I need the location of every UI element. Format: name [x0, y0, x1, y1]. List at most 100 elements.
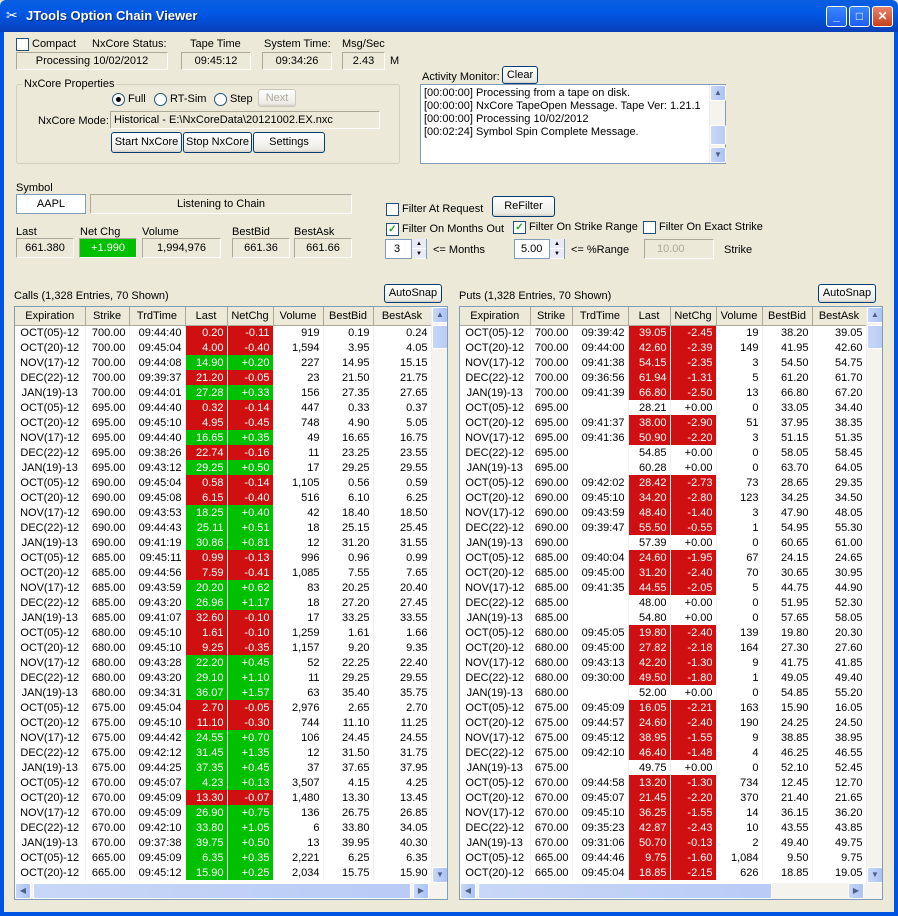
- table-row[interactable]: NOV(17)-12 675.00 09:44:42 24.55 +0.70 106 24.…: [15, 730, 432, 745]
- table-row[interactable]: OCT(05)-12 695.00 28.21 +0.00 0 33.05 34.40: [460, 400, 867, 415]
- calls-vscrollbar[interactable]: ▲ ▼: [431, 307, 447, 883]
- table-row[interactable]: OCT(05)-12 700.00 09:44:40 0.20 -0.11 919 0.19…: [15, 325, 432, 340]
- minimize-icon[interactable]: _: [826, 6, 847, 27]
- table-row[interactable]: JAN(19)-13 675.00 49.75 +0.00 0 52.10 52.45: [460, 760, 867, 775]
- filter-months-out-checkbox[interactable]: ✓: [386, 223, 399, 236]
- puts-column-header[interactable]: Expiration: [460, 307, 531, 326]
- table-row[interactable]: OCT(05)-12 685.00 09:45:11 0.99 -0.13 996 0.96…: [15, 550, 432, 565]
- stop-nxcore-button[interactable]: Stop NxCore: [183, 132, 252, 153]
- table-row[interactable]: OCT(20)-12 690.00 09:45:08 6.15 -0.40 516 6.10…: [15, 490, 432, 505]
- filter-exact-strike-checkbox[interactable]: [643, 221, 656, 234]
- calls-column-header[interactable]: BestBid: [323, 307, 374, 326]
- table-row[interactable]: OCT(05)-12 670.00 09:44:58 13.20 -1.30 734 12.…: [460, 775, 867, 790]
- table-row[interactable]: NOV(17)-12 670.00 09:45:09 26.90 +0.75 136 26.…: [15, 805, 432, 820]
- activity-scrollbar[interactable]: ▲ ▼: [709, 85, 726, 163]
- calls-grid[interactable]: Expiration Strike TrdTime Last NetChg Volume B…: [14, 306, 448, 900]
- table-row[interactable]: OCT(20)-12 700.00 09:44:00 42.60 -2.39 149 41.…: [460, 340, 867, 355]
- calls-autosnap-button[interactable]: AutoSnap: [384, 284, 442, 303]
- filter-at-request-checkbox[interactable]: [386, 203, 399, 216]
- scroll-down-icon[interactable]: ▼: [867, 867, 882, 883]
- compact-checkbox[interactable]: [16, 38, 29, 51]
- table-row[interactable]: DEC(22)-12 670.00 09:35:23 42.87 -2.43 10 43.5…: [460, 820, 867, 835]
- filter-strike-range-checkbox[interactable]: ✓: [513, 221, 526, 234]
- scroll-thumb[interactable]: [867, 325, 882, 349]
- puts-column-header[interactable]: Last: [628, 307, 671, 326]
- scroll-thumb[interactable]: [710, 125, 726, 145]
- table-row[interactable]: DEC(22)-12 680.00 09:43:20 29.10 +1.10 11 29.2…: [15, 670, 432, 685]
- table-row[interactable]: JAN(19)-13 670.00 09:37:38 39.75 +0.50 13 39.9…: [15, 835, 432, 850]
- table-row[interactable]: DEC(22)-12 700.00 09:36:56 61.94 -1.31 5 61.20…: [460, 370, 867, 385]
- table-row[interactable]: OCT(20)-12 665.00 09:45:04 18.85 -2.15 626 18.…: [460, 865, 867, 880]
- table-row[interactable]: NOV(17)-12 695.00 09:44:40 16.65 +0.35 49 16.6…: [15, 430, 432, 445]
- calls-column-header[interactable]: Volume: [273, 307, 324, 326]
- table-row[interactable]: OCT(05)-12 675.00 09:45:09 16.05 -2.21 163 15.…: [460, 700, 867, 715]
- table-row[interactable]: DEC(22)-12 685.00 09:43:20 26.96 +1.17 18 27.2…: [15, 595, 432, 610]
- activity-monitor-list[interactable]: [00:00:00] Processing from a tape on dis…: [420, 84, 726, 164]
- spin-down-icon[interactable]: ▼: [550, 249, 564, 259]
- table-row[interactable]: JAN(19)-13 680.00 09:34:31 36.07 +1.57 63 35.4…: [15, 685, 432, 700]
- puts-column-header[interactable]: BestAsk: [812, 307, 867, 326]
- calls-column-header[interactable]: BestAsk: [373, 307, 432, 326]
- table-row[interactable]: NOV(17)-12 680.00 09:43:13 42.20 -1.30 9 41.75…: [460, 655, 867, 670]
- table-row[interactable]: JAN(19)-13 685.00 09:41:07 32.60 -0.10 17 33.2…: [15, 610, 432, 625]
- scroll-down-icon[interactable]: ▼: [432, 867, 447, 883]
- table-row[interactable]: JAN(19)-13 680.00 52.00 +0.00 0 54.85 55.20: [460, 685, 867, 700]
- table-row[interactable]: OCT(20)-12 695.00 09:41:37 38.00 -2.90 51 37.9…: [460, 415, 867, 430]
- puts-column-header[interactable]: NetChg: [670, 307, 717, 326]
- spin-up-icon[interactable]: ▲: [550, 239, 564, 249]
- table-row[interactable]: NOV(17)-12 680.00 09:43:28 22.20 +0.45 52 22.2…: [15, 655, 432, 670]
- close-icon[interactable]: ✕: [872, 6, 893, 27]
- spin-up-icon[interactable]: ▲: [412, 239, 426, 249]
- refilter-button[interactable]: ReFilter: [492, 196, 555, 217]
- mode-full-radio[interactable]: [112, 93, 125, 106]
- scroll-thumb[interactable]: [432, 325, 447, 349]
- symbol-input[interactable]: AAPL: [16, 194, 86, 214]
- scroll-up-icon[interactable]: ▲: [867, 307, 882, 323]
- table-row[interactable]: OCT(05)-12 700.00 09:39:42 39.05 -2.45 19 38.2…: [460, 325, 867, 340]
- table-row[interactable]: OCT(20)-12 670.00 09:45:07 21.45 -2.20 370 21.…: [460, 790, 867, 805]
- puts-hscrollbar[interactable]: ◀ ▶: [460, 883, 882, 899]
- table-row[interactable]: DEC(22)-12 690.00 09:39:47 55.50 -0.55 1 54.95…: [460, 520, 867, 535]
- table-row[interactable]: DEC(22)-12 695.00 54.85 +0.00 0 58.05 58.45: [460, 445, 867, 460]
- table-row[interactable]: JAN(19)-13 690.00 57.39 +0.00 0 60.65 61.00: [460, 535, 867, 550]
- next-button[interactable]: Next: [258, 89, 296, 107]
- maximize-icon[interactable]: □: [849, 6, 870, 27]
- table-row[interactable]: OCT(05)-12 695.00 09:44:40 0.32 -0.14 447 0.33…: [15, 400, 432, 415]
- table-row[interactable]: OCT(20)-12 680.00 09:45:10 9.25 -0.35 1,157 9.…: [15, 640, 432, 655]
- table-row[interactable]: OCT(20)-12 685.00 09:44:56 7.59 -0.41 1,085 7.…: [15, 565, 432, 580]
- puts-grid[interactable]: Expiration Strike TrdTime Last NetChg Volume B…: [459, 306, 883, 900]
- table-row[interactable]: DEC(22)-12 675.00 09:42:12 31.45 +1.35 12 31.5…: [15, 745, 432, 760]
- table-row[interactable]: NOV(17)-12 675.00 09:45:12 38.95 -1.55 9 38.85…: [460, 730, 867, 745]
- table-row[interactable]: DEC(22)-12 675.00 09:42:10 46.40 -1.48 4 46.25…: [460, 745, 867, 760]
- table-row[interactable]: OCT(05)-12 685.00 09:40:04 24.60 -1.95 67 24.1…: [460, 550, 867, 565]
- puts-autosnap-button[interactable]: AutoSnap: [818, 284, 876, 303]
- scroll-left-icon[interactable]: ◀: [460, 883, 476, 899]
- puts-vscrollbar[interactable]: ▲ ▼: [866, 307, 882, 883]
- table-row[interactable]: JAN(19)-13 695.00 09:43:12 29.25 +0.50 17 29.2…: [15, 460, 432, 475]
- table-row[interactable]: OCT(05)-12 675.00 09:45:04 2.70 -0.05 2,976 2.…: [15, 700, 432, 715]
- table-row[interactable]: JAN(19)-13 700.00 09:44:01 27.28 +0.33 156 27.…: [15, 385, 432, 400]
- months-spinner[interactable]: ▲ ▼: [411, 239, 426, 259]
- calls-column-header[interactable]: Expiration: [15, 307, 86, 326]
- scroll-up-icon[interactable]: ▲: [710, 85, 726, 101]
- mode-step-radio[interactable]: [214, 93, 227, 106]
- table-row[interactable]: NOV(17)-12 700.00 09:44:08 14.90 +0.20 227 14.…: [15, 355, 432, 370]
- calls-hscrollbar[interactable]: ◀ ▶: [15, 883, 447, 899]
- scroll-right-icon[interactable]: ▶: [848, 883, 864, 899]
- table-row[interactable]: OCT(05)-12 680.00 09:45:05 19.80 -2.40 139 19.…: [460, 625, 867, 640]
- table-row[interactable]: OCT(20)-12 685.00 09:45:00 31.20 -2.40 70 30.6…: [460, 565, 867, 580]
- table-row[interactable]: OCT(05)-12 680.00 09:45:10 1.61 -0.10 1,259 1.…: [15, 625, 432, 640]
- table-row[interactable]: JAN(19)-13 675.00 09:44:25 37.35 +0.45 37 37.6…: [15, 760, 432, 775]
- spin-down-icon[interactable]: ▼: [412, 249, 426, 259]
- table-row[interactable]: NOV(17)-12 695.00 09:41:36 50.90 -2.20 3 51.15…: [460, 430, 867, 445]
- table-row[interactable]: DEC(22)-12 695.00 09:38:26 22.74 -0.16 11 23.2…: [15, 445, 432, 460]
- table-row[interactable]: OCT(20)-12 700.00 09:45:04 4.00 -0.40 1,594 3.…: [15, 340, 432, 355]
- calls-column-header[interactable]: Last: [185, 307, 228, 326]
- scroll-up-icon[interactable]: ▲: [432, 307, 447, 323]
- table-row[interactable]: OCT(20)-12 675.00 09:44:57 24.60 -2.40 190 24.…: [460, 715, 867, 730]
- scroll-left-icon[interactable]: ◀: [15, 883, 31, 899]
- table-row[interactable]: JAN(19)-13 690.00 09:41:19 30.86 +0.81 12 31.2…: [15, 535, 432, 550]
- table-row[interactable]: NOV(17)-12 670.00 09:45:10 36.25 -1.55 14 36.1…: [460, 805, 867, 820]
- table-row[interactable]: NOV(17)-12 700.00 09:41:38 54.15 -2.35 3 54.50…: [460, 355, 867, 370]
- range-spinner[interactable]: ▲ ▼: [549, 239, 564, 259]
